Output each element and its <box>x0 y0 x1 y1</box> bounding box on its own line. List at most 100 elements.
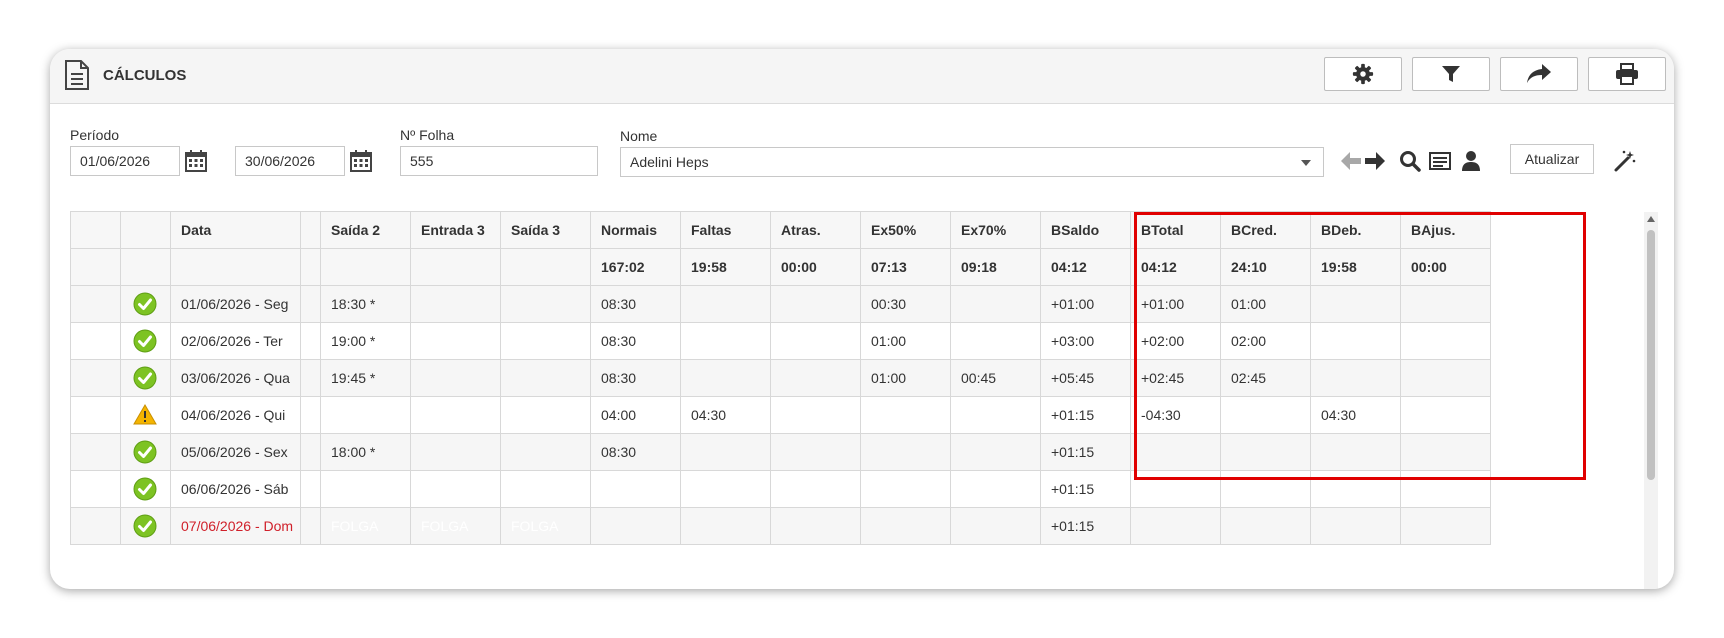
table-cell <box>320 396 411 434</box>
table-cell <box>860 507 951 545</box>
table-cell: +01:15 <box>1040 396 1131 434</box>
table-cell: FOLGA <box>500 507 591 545</box>
table-cell: 06/06/2026 - Sáb <box>170 470 301 508</box>
table-cell <box>300 396 321 434</box>
date-end-field[interactable]: 30/06/2026 <box>235 146 345 176</box>
filter-button[interactable] <box>1412 57 1490 91</box>
table-cell: 02/06/2026 - Ter <box>170 322 301 360</box>
column-header: Data <box>170 211 301 249</box>
total-cell <box>70 248 121 286</box>
table-row[interactable]: 03/06/2026 - Qua 19:45 * 08:30 01:00 00:45 +0… <box>70 359 1491 397</box>
table-cell <box>300 359 321 397</box>
table-cell <box>1220 470 1311 508</box>
table-cell <box>70 470 121 508</box>
table-cell <box>70 507 121 545</box>
table-cell: +01:00 <box>1130 285 1221 323</box>
table-cell <box>500 285 591 323</box>
column-header: Ex50% <box>860 211 951 249</box>
table-cell <box>500 470 591 508</box>
nome-select[interactable]: Adelini Heps <box>620 147 1324 177</box>
table-row[interactable]: 02/06/2026 - Ter 19:00 * 08:30 01:00 +03:00 +… <box>70 322 1491 360</box>
table-cell: 04:00 <box>590 396 681 434</box>
total-cell: 00:00 <box>1400 248 1491 286</box>
total-cell: 00:00 <box>770 248 861 286</box>
table-cell <box>1400 433 1491 471</box>
share-button[interactable] <box>1500 57 1578 91</box>
search-icon[interactable] <box>1399 150 1421 172</box>
table-cell: 07/06/2026 - Dom <box>170 507 301 545</box>
table-cell: +03:00 <box>1040 322 1131 360</box>
status-cell <box>120 359 171 397</box>
table-cell <box>950 322 1041 360</box>
arrow-left-icon[interactable] <box>1340 151 1362 171</box>
column-header: Entrada 3 <box>410 211 501 249</box>
table-cell: 04:30 <box>1310 396 1401 434</box>
total-cell <box>170 248 301 286</box>
status-cell <box>120 470 171 508</box>
table-header-row[interactable]: Data Saída 2 Entrada 3 Saída 3 Normais Faltas… <box>70 211 1491 249</box>
magic-wand-icon[interactable] <box>1613 149 1637 173</box>
table-row[interactable]: 07/06/2026 - Dom FOLGA FOLGA FOLGA +01:15 <box>70 507 1491 545</box>
total-cell <box>320 248 411 286</box>
table-cell <box>410 396 501 434</box>
nome-label: Nome <box>620 128 658 144</box>
table-cell <box>1310 433 1401 471</box>
total-cell: 19:58 <box>1310 248 1401 286</box>
table-cell: 08:30 <box>590 433 681 471</box>
arrow-right-icon[interactable] <box>1364 151 1386 171</box>
total-cell <box>120 248 171 286</box>
table-cell <box>410 433 501 471</box>
page-title: CÁLCULOS <box>103 67 187 84</box>
table-cell: +01:15 <box>1040 433 1131 471</box>
totals-row[interactable]: 167:02 19:58 00:00 07:13 09:18 04:12 04:12 24:1… <box>70 248 1491 286</box>
table-cell <box>500 433 591 471</box>
table-cell <box>950 285 1041 323</box>
table-cell: 08:30 <box>590 359 681 397</box>
table-cell <box>770 433 861 471</box>
table-cell: -04:30 <box>1130 396 1221 434</box>
table-cell <box>1310 322 1401 360</box>
total-cell: 04:12 <box>1130 248 1221 286</box>
folha-label: Nº Folha <box>400 127 455 143</box>
document-icon <box>65 60 89 90</box>
date-start-field[interactable]: 01/06/2026 <box>70 146 180 176</box>
column-header: BAjus. <box>1400 211 1491 249</box>
folha-field[interactable]: 555 <box>400 146 598 176</box>
calendar-icon[interactable] <box>185 150 207 172</box>
print-button[interactable] <box>1588 57 1666 91</box>
scroll-up-arrow[interactable] <box>1647 216 1655 222</box>
column-header: Saída 3 <box>500 211 591 249</box>
table-row[interactable]: 05/06/2026 - Sex 18:00 * 08:30 +01:15 <box>70 433 1491 471</box>
total-cell: 167:02 <box>590 248 681 286</box>
table-cell <box>300 507 321 545</box>
table-cell: FOLGA <box>320 507 411 545</box>
table-cell: 08:30 <box>590 322 681 360</box>
list-card-icon[interactable] <box>1429 151 1451 171</box>
table-cell: 18:00 * <box>320 433 411 471</box>
table-cell: 19:00 * <box>320 322 411 360</box>
vertical-scrollbar[interactable] <box>1644 212 1658 589</box>
column-header <box>120 211 171 249</box>
table-row[interactable]: 01/06/2026 - Seg 18:30 * 08:30 00:30 +01:00 +… <box>70 285 1491 323</box>
atualizar-button[interactable]: Atualizar <box>1510 144 1594 174</box>
table-row[interactable]: 06/06/2026 - Sáb +01:15 <box>70 470 1491 508</box>
filter-icon <box>1442 66 1460 82</box>
column-header <box>70 211 121 249</box>
periodo-label: Período <box>70 127 120 143</box>
scroll-thumb[interactable] <box>1647 230 1655 480</box>
user-icon[interactable] <box>1461 150 1481 172</box>
table-cell: 02:45 <box>1220 359 1311 397</box>
table-cell <box>410 470 501 508</box>
table-cell <box>1400 470 1491 508</box>
gear-icon <box>1352 63 1374 85</box>
table-cell: 02:00 <box>1220 322 1311 360</box>
total-cell <box>410 248 501 286</box>
settings-button[interactable] <box>1324 57 1402 91</box>
table-cell: 00:30 <box>860 285 951 323</box>
table-cell <box>320 470 411 508</box>
table-row[interactable]: 04/06/2026 - Qui 04:00 04:30 +01:15 -04:30 04… <box>70 396 1491 434</box>
calendar-icon[interactable] <box>350 150 372 172</box>
table-cell <box>300 322 321 360</box>
total-cell: 19:58 <box>680 248 771 286</box>
calculos-panel: CÁLCULOS Período 01/06/2026 30/06/2026 N… <box>50 49 1674 589</box>
